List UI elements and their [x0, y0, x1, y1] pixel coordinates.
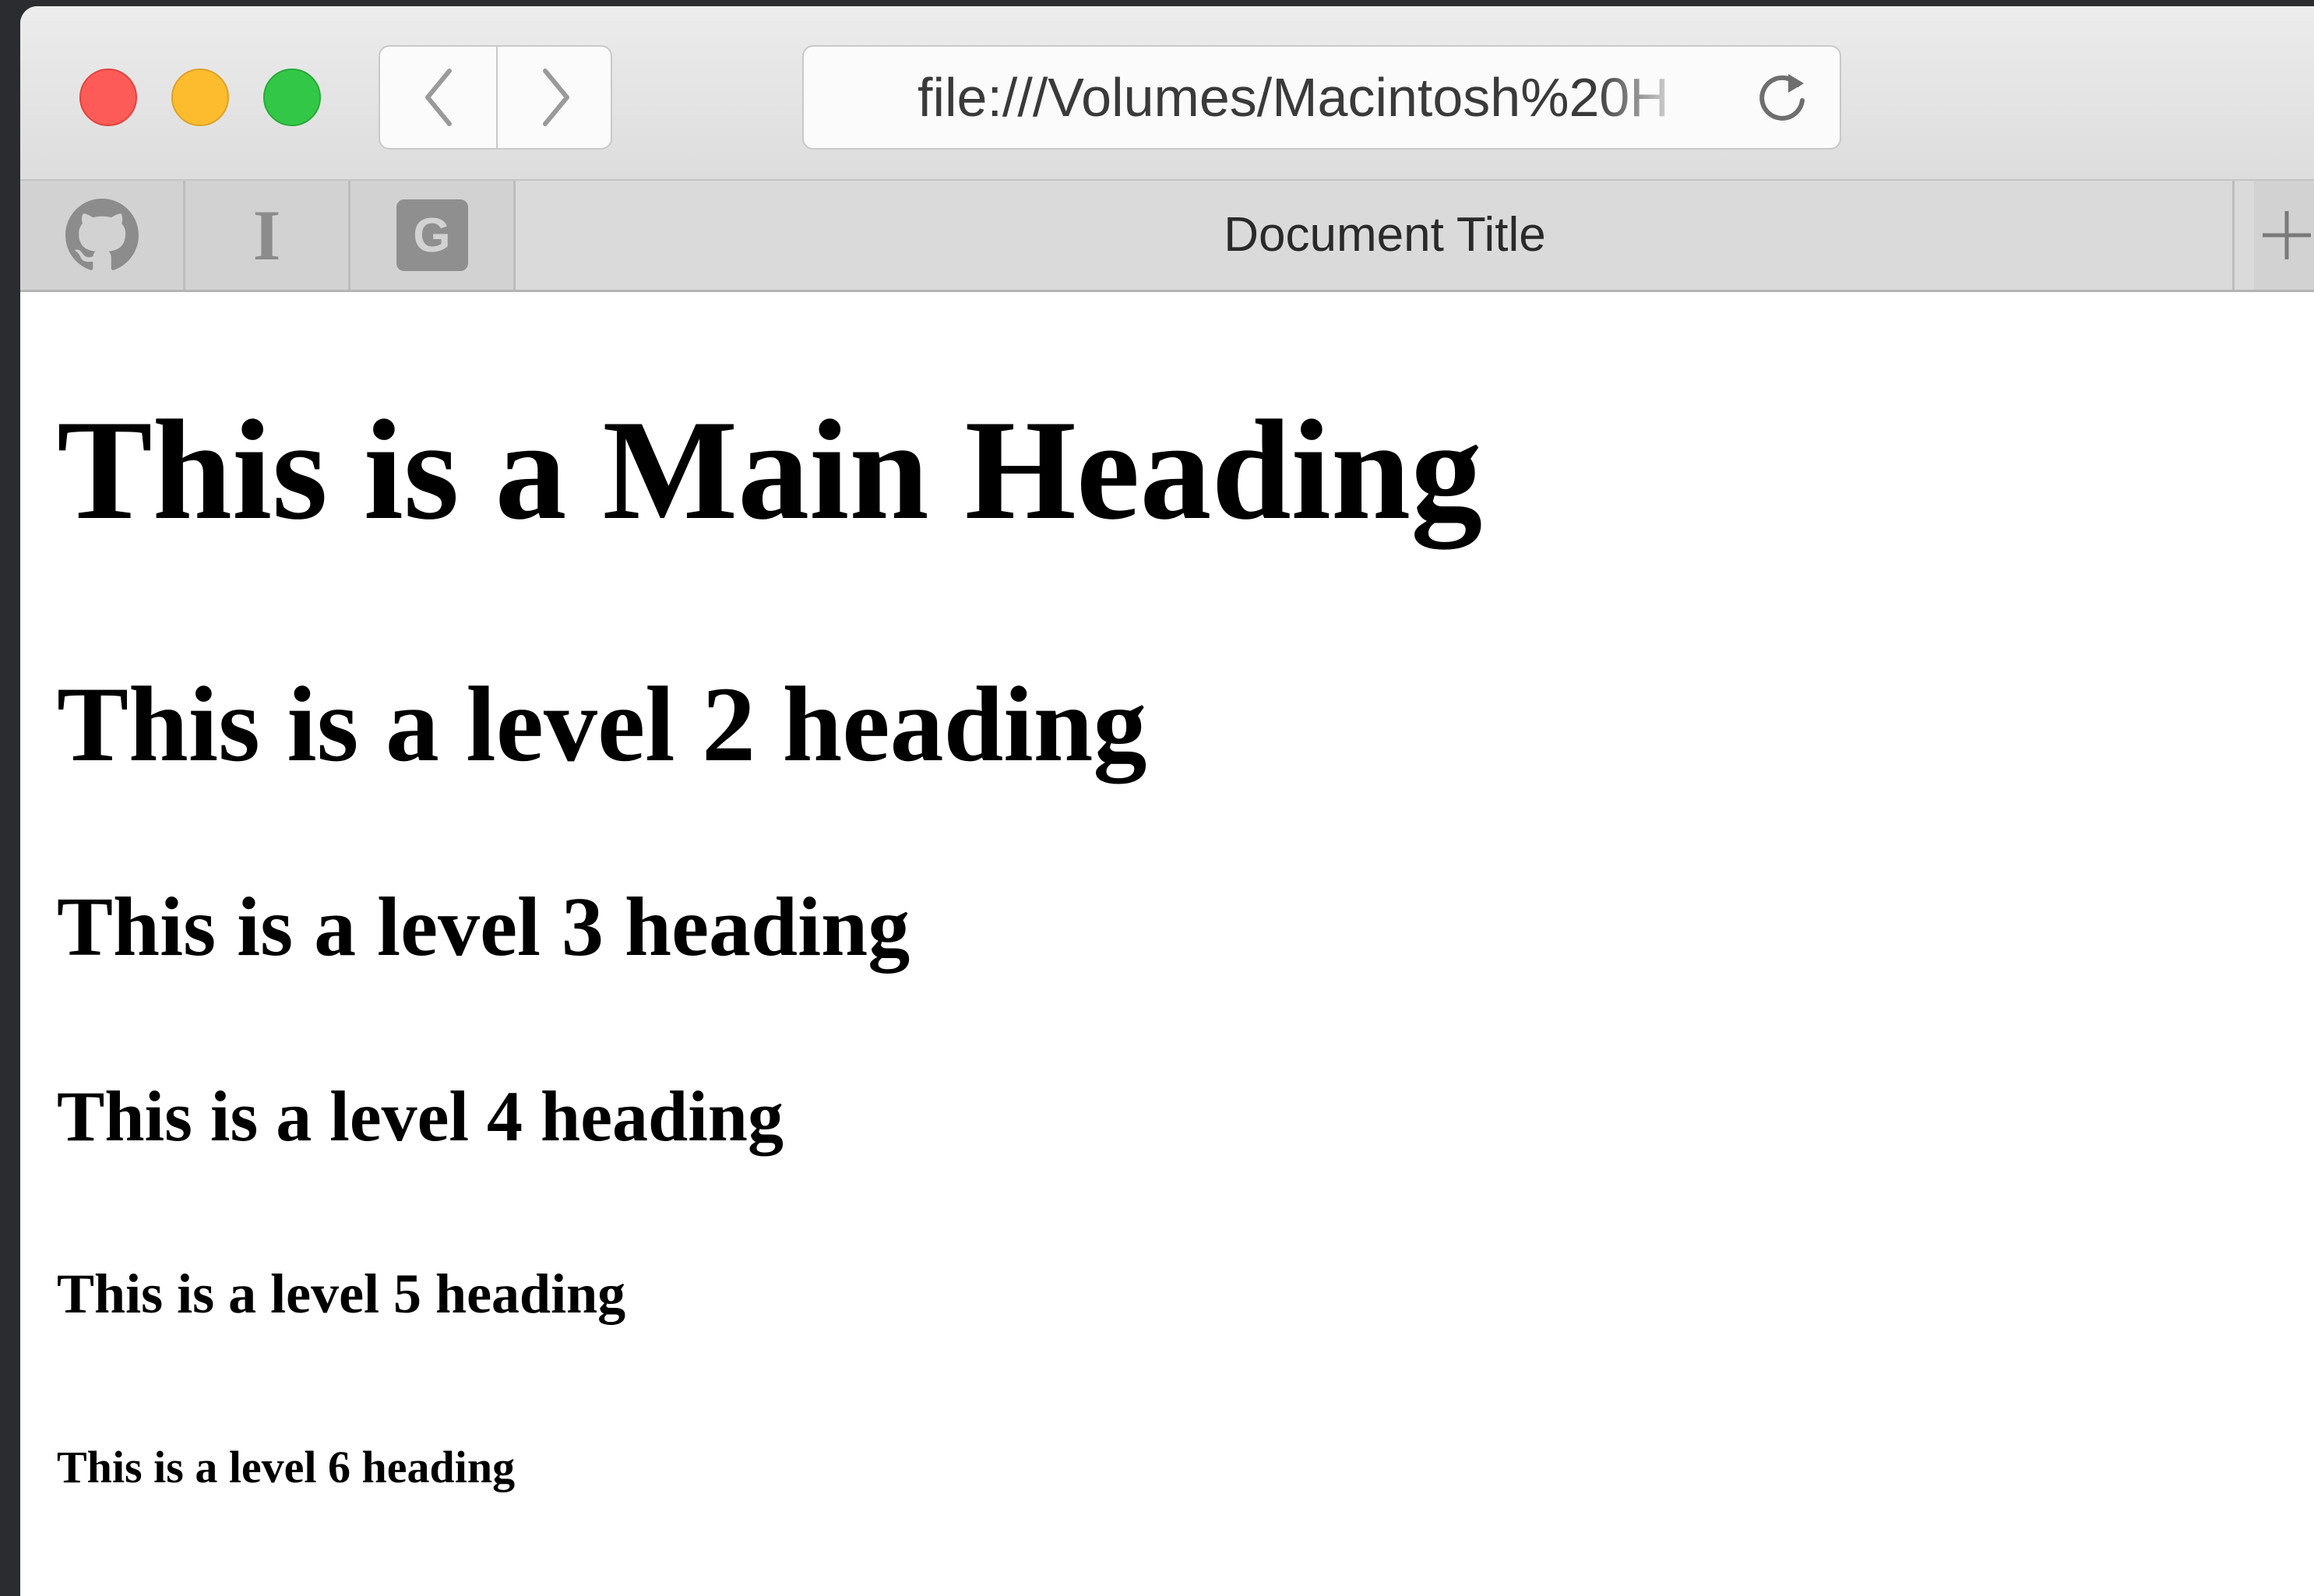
heading-level-1: This is a Main Heading — [57, 390, 1483, 549]
tab-document-title[interactable]: Document Title — [516, 181, 2254, 290]
address-bar[interactable]: file:///Volumes/Macintosh%20H — [802, 45, 1841, 150]
close-window-button[interactable] — [79, 69, 137, 126]
tab-bar: I G Document Title — [20, 181, 2314, 292]
toolbar: file:///Volumes/Macintosh%20H — [20, 6, 2314, 181]
back-button[interactable] — [380, 47, 498, 148]
forward-button[interactable] — [498, 47, 611, 148]
minimize-window-button[interactable] — [171, 69, 229, 126]
github-icon — [65, 199, 139, 270]
new-tab-button[interactable] — [2232, 181, 2314, 290]
plus-icon — [2263, 211, 2311, 259]
heading-level-3: This is a level 3 heading — [57, 881, 910, 974]
navigation-buttons — [379, 45, 612, 150]
heading-level-2: This is a level 2 heading — [57, 664, 1147, 784]
page-content: This is a Main Heading This is a level 2… — [20, 292, 2314, 1596]
url-text[interactable]: file:///Volumes/Macintosh%20H — [917, 47, 1689, 148]
chevron-right-icon — [542, 69, 569, 126]
chevron-left-icon — [424, 69, 452, 126]
heading-level-5: This is a level 5 heading — [57, 1263, 626, 1325]
google-icon: G — [396, 199, 468, 271]
zoom-window-button[interactable] — [263, 69, 321, 126]
favorite-github[interactable] — [20, 181, 185, 290]
text-cursor-icon: I — [252, 196, 281, 275]
browser-window: file:///Volumes/Macintosh%20H I G Docume… — [20, 6, 2314, 1596]
heading-level-6: This is a level 6 heading — [57, 1442, 516, 1492]
favorite-text-cursor[interactable]: I — [185, 181, 350, 290]
favorite-google[interactable]: G — [350, 181, 516, 290]
heading-level-4: This is a level 4 heading — [57, 1076, 784, 1156]
reload-icon[interactable] — [1752, 68, 1812, 127]
